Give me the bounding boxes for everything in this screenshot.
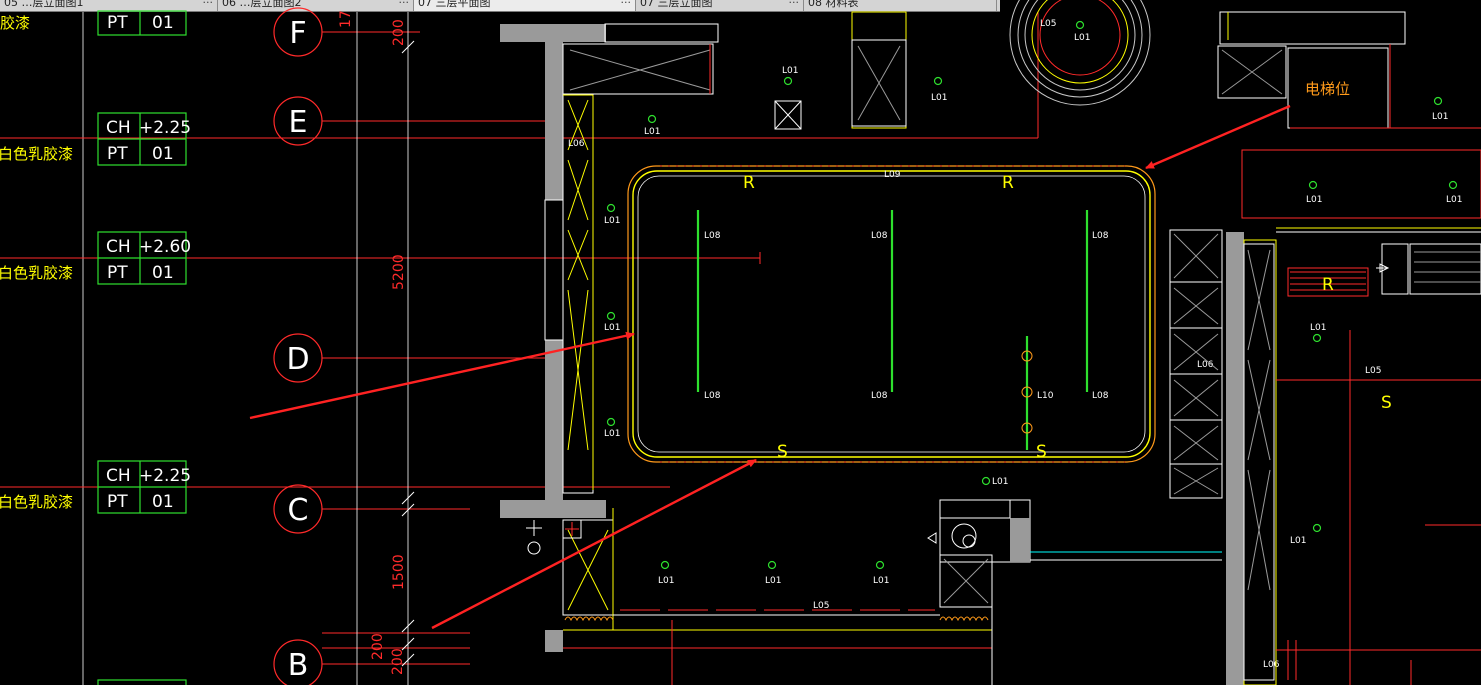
- tag2-pt-value: 01: [152, 263, 174, 283]
- dim-200-top: 200: [391, 19, 407, 46]
- grid-bubbles: F E D C B: [273, 7, 323, 685]
- tag-l01-d: L01: [644, 127, 660, 137]
- downlights: [606, 20, 1458, 570]
- misc-symbols: [526, 519, 582, 555]
- tag-l08-1: L08: [704, 231, 721, 241]
- tag-l08-6: L08: [1092, 391, 1109, 401]
- tag-l01-o: L01: [1310, 323, 1326, 333]
- tag3-pt-value: 01: [152, 492, 174, 512]
- top-structures: [604, 0, 1481, 219]
- grid-bubble-e: E: [289, 105, 308, 140]
- tag-l01-f: L01: [604, 323, 620, 333]
- material-label-1: 白色乳胶漆: [0, 145, 73, 163]
- tag-l09: L09: [884, 170, 901, 180]
- tag-l01-g: L01: [604, 429, 620, 439]
- elevator-callout: 电梯位: [1305, 80, 1350, 98]
- dim-5200: 5200: [391, 254, 407, 290]
- tag3-pt: PT: [107, 492, 128, 512]
- tag-l01-e: L01: [604, 216, 620, 226]
- tag-l08-3: L08: [1092, 231, 1109, 241]
- tag0-pt-value: 01: [152, 13, 174, 33]
- tag-l01-k: L01: [873, 576, 889, 586]
- cove-letters: R R S S: [743, 173, 1047, 462]
- material-label-3: 白色乳胶漆: [0, 493, 73, 511]
- tag1-ch: CH: [106, 118, 131, 138]
- drawing-canvas[interactable]: PT 01 CH +2.25 PT 01 CH +2.60 PT 01 CH +…: [0, 0, 1481, 685]
- tag-l01-h: L01: [992, 477, 1008, 487]
- grid-bubble-c: C: [288, 493, 309, 528]
- arrow-cove-bottom: [431, 458, 757, 630]
- grid-bubble-f: F: [289, 16, 306, 51]
- bottom-structures: [563, 499, 1222, 685]
- tag-l08-5: L08: [871, 391, 888, 401]
- grid-bubble-b: B: [288, 648, 309, 683]
- ceiling-tag-texts: PT 01 CH +2.25 PT 01 CH +2.60 PT 01 CH +…: [106, 13, 191, 512]
- grid-bubble-d: D: [286, 342, 309, 377]
- dim-200-b1: 200: [370, 633, 386, 660]
- linear-lights: [696, 210, 1089, 450]
- dim-1500: 1500: [391, 554, 407, 590]
- arrow-elevator: [1145, 104, 1291, 170]
- tag2-ch-value: +2.60: [139, 237, 191, 257]
- tag-l01-j: L01: [765, 576, 781, 586]
- tag0-pt: PT: [107, 13, 128, 33]
- dim-200-b2: 200: [390, 648, 406, 675]
- west-wall: [500, 24, 714, 652]
- tag-l08-2: L08: [871, 231, 888, 241]
- tag-l01-p: L01: [1290, 536, 1306, 546]
- ceiling-tags: [97, 10, 187, 685]
- tag2-ch: CH: [106, 237, 131, 257]
- dimension-texts: 17 200 5200 1500 200 200: [338, 10, 407, 675]
- material-labels: 胶漆 白色乳胶漆 白色乳胶漆 白色乳胶漆: [0, 14, 73, 511]
- tag-l01-m: L01: [1306, 195, 1322, 205]
- right-room-r: R: [1322, 275, 1334, 295]
- tag-l01-a: L01: [1074, 33, 1090, 43]
- tag-l01-i: L01: [658, 576, 674, 586]
- tag3-ch-value: +2.25: [139, 466, 191, 486]
- elevator-label: 电梯位: [1305, 80, 1350, 98]
- tag-l01-b: L01: [782, 66, 798, 76]
- fixture-tags: L05 L01 L01 L01 L01 L06 L09 L01 L08 L08 …: [568, 19, 1462, 670]
- material-label-0: 胶漆: [0, 14, 30, 32]
- tag3-ch: CH: [106, 466, 131, 486]
- tag-l01-l: L01: [1432, 112, 1448, 122]
- cove-r-right: R: [1002, 173, 1014, 193]
- tag-l05-right: L05: [1365, 366, 1381, 376]
- cove-r-left: R: [743, 173, 755, 193]
- tag1-pt: PT: [107, 144, 128, 164]
- material-label-2: 白色乳胶漆: [0, 264, 73, 282]
- tag-l10: L10: [1037, 391, 1054, 401]
- annotation-arrows: [249, 104, 1291, 630]
- right-room-s: S: [1381, 393, 1392, 413]
- tag-l06-bottom: L06: [1263, 660, 1280, 670]
- tag-l01-n: L01: [1446, 195, 1462, 205]
- tag-l06-left: L06: [568, 139, 585, 149]
- dim-top-small: 17: [338, 10, 354, 28]
- cove-s-right: S: [1036, 442, 1047, 462]
- tag-l01-c: L01: [931, 93, 947, 103]
- cove-s-left: S: [777, 442, 788, 462]
- tag-l05-top: L05: [1040, 19, 1056, 29]
- tag-l08-4: L08: [704, 391, 721, 401]
- right-rooms: [1169, 227, 1481, 685]
- tag1-ch-value: +2.25: [139, 118, 191, 138]
- tag2-pt: PT: [107, 263, 128, 283]
- tag1-pt-value: 01: [152, 144, 174, 164]
- small-arrows: [927, 263, 1390, 544]
